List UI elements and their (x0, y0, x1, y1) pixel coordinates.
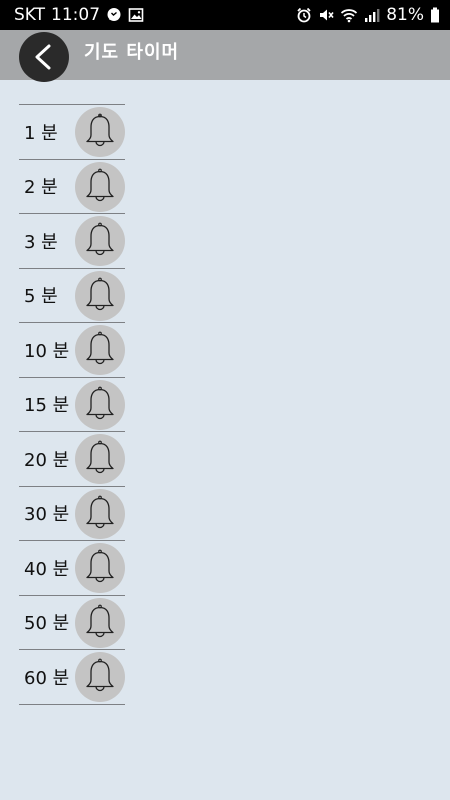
timer-label: 60 분 (24, 667, 70, 689)
timer-list: 1 분 2 분 3 분 5 분 10 분 15 분 20 분 30 분 40 분… (19, 104, 125, 705)
status-bar: SKT 11:07 81% (0, 0, 450, 30)
status-right: 81% (296, 5, 440, 25)
bell-button[interactable] (75, 652, 125, 702)
timer-label: 15 분 (24, 395, 70, 417)
bell-button[interactable] (75, 107, 125, 157)
signal-icon (364, 7, 380, 23)
timer-label: 50 분 (24, 613, 70, 635)
timer-item-30[interactable]: 30 분 (19, 487, 125, 541)
bell-icon (83, 277, 117, 315)
bell-button[interactable] (75, 434, 125, 484)
chevron-left-icon (29, 42, 59, 72)
chat-icon (106, 7, 122, 23)
page-title: 기도 타이머 (84, 42, 180, 63)
timer-item-10[interactable]: 10 분 (19, 323, 125, 378)
bell-icon (83, 604, 117, 642)
timer-item-3[interactable]: 3 분 (19, 214, 125, 269)
timer-label: 1 분 (24, 122, 58, 144)
timer-item-5[interactable]: 5 분 (19, 269, 125, 323)
battery-icon (430, 7, 440, 23)
battery-percent-label: 81% (386, 5, 424, 25)
carrier-label: SKT (14, 5, 46, 25)
mute-icon (318, 7, 334, 23)
clock-label: 11:07 (51, 5, 101, 25)
bell-icon (83, 440, 117, 478)
bell-icon (83, 386, 117, 424)
app-bar: 기도 타이머 (0, 30, 450, 82)
bell-button[interactable] (75, 216, 125, 266)
bell-icon (83, 658, 117, 696)
timer-label: 5 분 (24, 286, 58, 308)
timer-label: 30 분 (24, 504, 70, 526)
bell-icon (83, 168, 117, 206)
timer-item-15[interactable]: 15 분 (19, 378, 125, 432)
timer-label: 3 분 (24, 231, 58, 253)
bell-button[interactable] (75, 379, 125, 430)
bell-button[interactable] (75, 270, 125, 321)
wifi-icon (340, 7, 358, 23)
bell-icon (83, 113, 117, 151)
timer-item-60[interactable]: 60 분 (19, 650, 125, 705)
back-button[interactable] (19, 32, 69, 82)
timer-label: 10 분 (24, 340, 70, 362)
timer-item-40[interactable]: 40 분 (19, 541, 125, 596)
bell-button[interactable] (75, 488, 125, 539)
alarm-icon (296, 7, 312, 23)
bell-icon (83, 331, 117, 369)
bell-button[interactable] (75, 543, 125, 593)
bell-button[interactable] (75, 597, 125, 648)
timer-item-20[interactable]: 20 분 (19, 432, 125, 487)
timer-item-50[interactable]: 50 분 (19, 596, 125, 650)
bell-button[interactable] (75, 161, 125, 212)
timer-label: 20 분 (24, 449, 70, 471)
timer-label: 40 분 (24, 558, 70, 580)
image-icon (128, 7, 144, 23)
bell-icon (83, 222, 117, 260)
timer-label: 2 분 (24, 177, 58, 199)
bell-icon (83, 549, 117, 587)
bell-button[interactable] (75, 325, 125, 375)
status-left: SKT 11:07 (14, 5, 144, 25)
timer-item-1[interactable]: 1 분 (19, 105, 125, 160)
bell-icon (83, 495, 117, 533)
timer-item-2[interactable]: 2 분 (19, 160, 125, 214)
